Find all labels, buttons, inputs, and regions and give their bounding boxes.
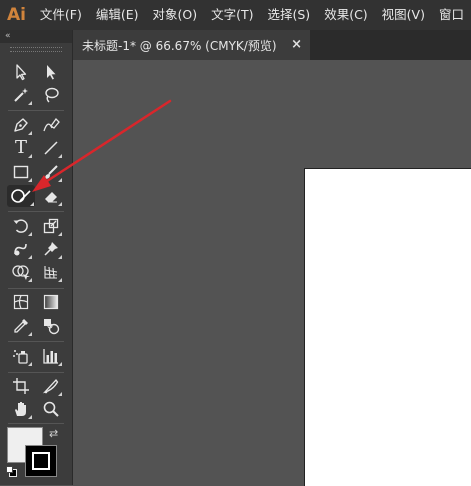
artboard[interactable] [304, 168, 471, 486]
app-logo: Ai [0, 0, 33, 30]
more-tools-indicator [28, 131, 32, 135]
shape-builder-tool[interactable] [9, 261, 33, 283]
slice-tool[interactable] [39, 375, 63, 397]
menu-effect[interactable]: 效果(C) [317, 0, 374, 30]
more-tools-indicator [30, 202, 34, 206]
type-tool[interactable]: T [9, 137, 33, 159]
magic-wand-tool[interactable] [9, 84, 33, 106]
stroke-color-swatch[interactable] [25, 445, 57, 477]
close-tab-icon[interactable]: × [291, 37, 302, 53]
gradient-icon [43, 294, 59, 310]
curvature-tool[interactable] [39, 114, 63, 136]
more-tools-indicator [28, 362, 32, 366]
more-tools-indicator [28, 415, 32, 419]
more-tools-indicator [28, 101, 32, 105]
puppet-warp-tool[interactable] [39, 238, 63, 260]
perspective-grid-tool[interactable] [39, 261, 63, 283]
tools-separator [8, 423, 64, 424]
more-tools-indicator [58, 202, 62, 206]
artboard-tool[interactable] [9, 375, 33, 397]
menu-file[interactable]: 文件(F) [33, 0, 89, 30]
more-tools-indicator [28, 154, 32, 158]
shaper-icon [11, 189, 31, 203]
paintbrush-tool[interactable] [39, 161, 63, 183]
menu-view[interactable]: 视图(V) [375, 0, 432, 30]
artboard-icon [13, 378, 29, 394]
tools-separator [8, 110, 64, 111]
default-fill-stroke-icon[interactable] [6, 466, 18, 478]
more-tools-indicator [28, 332, 32, 336]
symbol-sprayer-tool[interactable] [9, 345, 33, 367]
menu-select[interactable]: 选择(S) [260, 0, 317, 30]
more-tools-indicator [28, 232, 32, 236]
curvature-pen-icon [43, 117, 60, 132]
more-tools-indicator [58, 232, 62, 236]
menu-object[interactable]: 对象(O) [146, 0, 205, 30]
column-graph-tool[interactable] [39, 345, 63, 367]
magnifier-icon [43, 401, 59, 417]
line-segment-tool[interactable] [39, 137, 63, 159]
tools-panel-header: « [0, 30, 72, 43]
hand-tool[interactable] [9, 398, 33, 420]
tools-separator [8, 211, 64, 212]
menu-window[interactable]: 窗口 [432, 0, 471, 30]
menu-type[interactable]: 文字(T) [204, 0, 260, 30]
swap-fill-stroke-icon[interactable]: ⇄ [49, 427, 58, 440]
more-tools-indicator [28, 178, 32, 182]
type-icon: T [14, 137, 27, 158]
selection-tool[interactable] [9, 61, 33, 83]
mesh-tool[interactable] [9, 291, 33, 313]
collapse-panel-icon[interactable]: « [5, 30, 11, 42]
zoom-tool[interactable] [39, 398, 63, 420]
more-tools-indicator [28, 278, 32, 282]
blend-icon [44, 319, 60, 335]
shaper-tool[interactable] [7, 185, 35, 207]
app-logo-text: Ai [6, 5, 26, 25]
panel-grip[interactable] [10, 47, 62, 52]
lasso-tool[interactable] [39, 84, 63, 106]
rectangle-tool[interactable] [9, 161, 33, 183]
document-tab-bar: 未标题-1* @ 66.67% (CMYK/预览) × [73, 30, 471, 60]
canvas-area[interactable] [73, 60, 471, 486]
menu-items: 文件(F) 编辑(E) 对象(O) 文字(T) 选择(S) 效果(C) 视图(V… [33, 0, 471, 30]
tools-separator [8, 288, 64, 289]
tools-panel: « T ⇄ [0, 30, 73, 485]
selection-arrow-icon [16, 64, 27, 81]
eraser-tool[interactable] [39, 185, 63, 207]
more-tools-indicator [58, 362, 62, 366]
pen-tool[interactable] [9, 114, 33, 136]
lasso-icon [45, 87, 59, 103]
more-tools-indicator [58, 255, 62, 259]
more-tools-indicator [28, 255, 32, 259]
eyedropper-tool[interactable] [9, 315, 33, 337]
blend-tool[interactable] [39, 315, 63, 337]
scale-tool[interactable] [39, 215, 63, 237]
direct-selection-tool[interactable] [39, 61, 63, 83]
mesh-icon [13, 294, 29, 310]
gradient-tool[interactable] [39, 291, 63, 313]
stroke-inner [32, 452, 50, 470]
menu-bar: Ai 文件(F) 编辑(E) 对象(O) 文字(T) 选择(S) 效果(C) 视… [0, 0, 471, 30]
direct-selection-arrow-icon [47, 65, 56, 80]
document-tab-title: 未标题-1* @ 66.67% (CMYK/预览) [82, 38, 277, 53]
tools-separator [8, 341, 64, 342]
more-tools-indicator [58, 278, 62, 282]
tools-separator [8, 372, 64, 373]
warp-tool[interactable] [9, 238, 33, 260]
more-tools-indicator [58, 154, 62, 158]
menu-edit[interactable]: 编辑(E) [89, 0, 146, 30]
rotate-tool[interactable] [9, 215, 33, 237]
more-tools-indicator [58, 178, 62, 182]
document-tab[interactable]: 未标题-1* @ 66.67% (CMYK/预览) × [73, 30, 310, 60]
more-tools-indicator [58, 392, 62, 396]
